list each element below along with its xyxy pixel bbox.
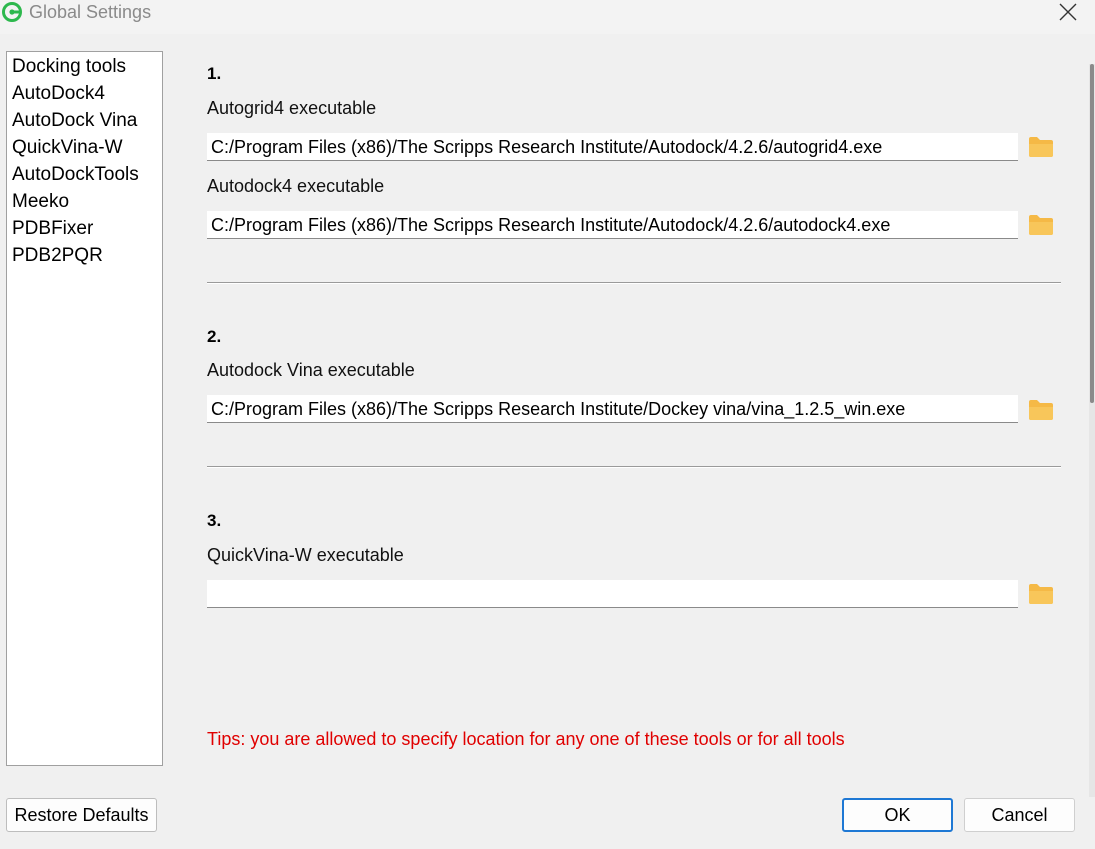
sidebar-item-autodock4[interactable]: AutoDock4 [7,80,162,107]
app-logo-icon [2,2,22,22]
sidebar-item-autodock-vina[interactable]: AutoDock Vina [7,107,162,134]
close-button[interactable] [1046,0,1090,24]
title-bar: Global Settings [0,0,1095,34]
scrollbar-thumb[interactable] [1090,64,1094,403]
cancel-button[interactable]: Cancel [964,798,1075,832]
autodock-vina-label: Autodock Vina executable [207,360,415,380]
dialog-body: Docking tools AutoDock4 AutoDock Vina Qu… [0,34,1095,849]
sidebar-item-docking-tools[interactable]: Docking tools [7,53,162,80]
tips-text: Tips: you are allowed to specify locatio… [207,729,845,749]
quickvina-w-label: QuickVina-W executable [207,545,404,565]
sidebar-item-pdbfixer[interactable]: PDBFixer [7,215,162,242]
folder-icon[interactable] [1028,399,1054,421]
section-divider [207,466,1061,468]
autogrid4-label: Autogrid4 executable [207,98,377,118]
quickvina-w-path-input[interactable] [207,580,1018,608]
section-divider [207,282,1061,284]
autodock-vina-path-input[interactable] [207,395,1018,423]
sidebar-item-autodocktools[interactable]: AutoDockTools [7,161,162,188]
sidebar-item-quickvina-w[interactable]: QuickVina-W [7,134,162,161]
folder-icon[interactable] [1028,214,1054,236]
autodock4-label: Autodock4 executable [207,176,385,196]
section-number-1: 1. [207,64,222,83]
section-number-2: 2. [207,327,222,346]
ok-button[interactable]: OK [842,798,953,832]
restore-defaults-button[interactable]: Restore Defaults [6,798,157,832]
window-title: Global Settings [29,2,152,22]
autodock4-path-input[interactable] [207,211,1018,239]
sidebar-item-pdb2pqr[interactable]: PDB2PQR [7,242,162,269]
folder-icon[interactable] [1028,136,1054,158]
section-number-3: 3. [207,511,222,530]
tools-list[interactable]: Docking tools AutoDock4 AutoDock Vina Qu… [6,51,163,766]
sidebar-item-meeko[interactable]: Meeko [7,188,162,215]
autogrid4-path-input[interactable] [207,133,1018,161]
folder-icon[interactable] [1028,583,1054,605]
close-icon [1059,3,1077,21]
